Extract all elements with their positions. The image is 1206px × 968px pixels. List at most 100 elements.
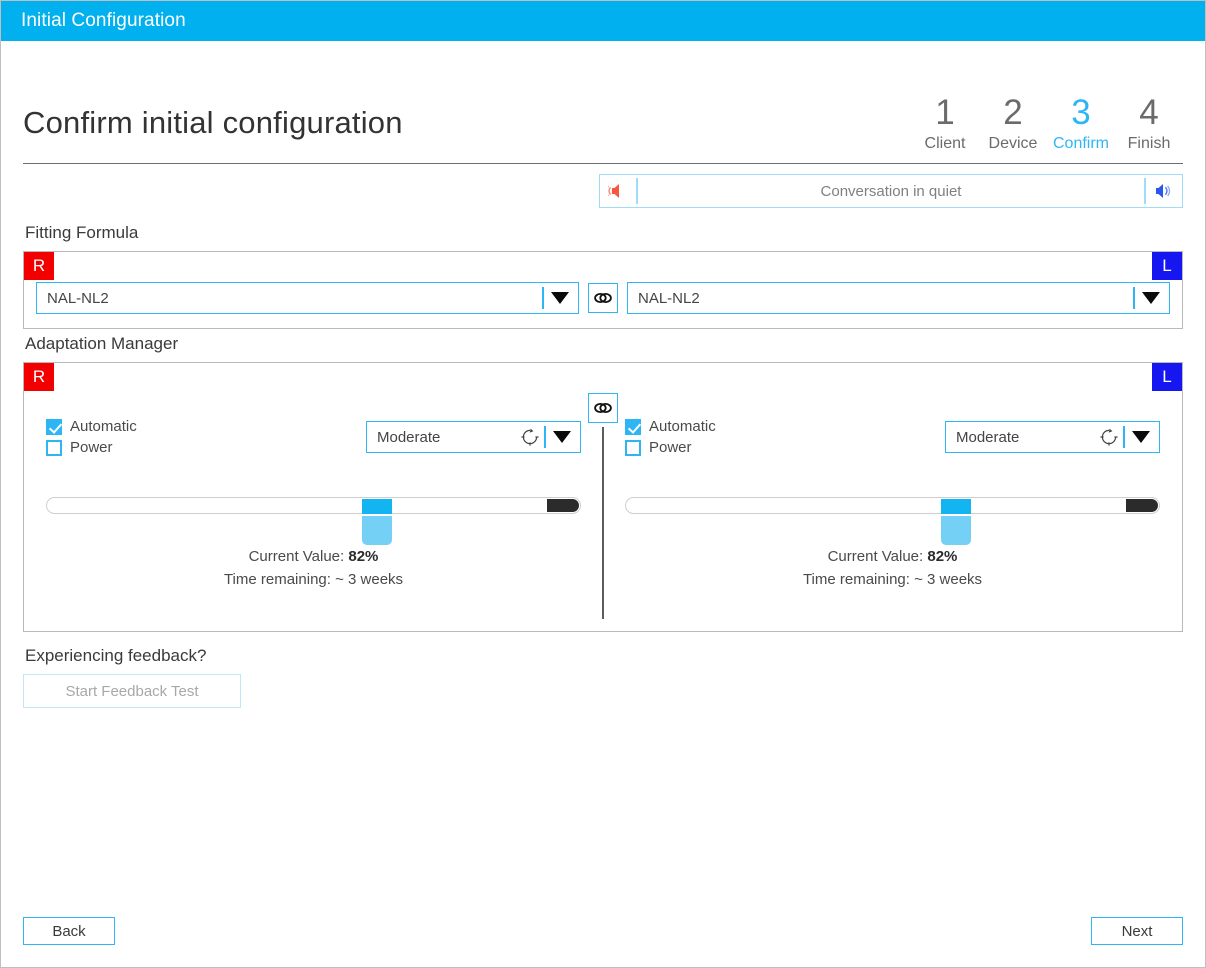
adaptation-left-slider-info: Current Value: 82% Time remaining: ~ 3 w…: [625, 548, 1160, 588]
adaptation-left-slider-handle[interactable]: [941, 516, 972, 545]
adaptation-manager-panel: R L Automatic Power Moderate Current Val…: [23, 362, 1183, 632]
back-button[interactable]: Back: [23, 917, 115, 945]
adaptation-left-current-value-label: Current Value:: [827, 548, 928, 565]
fitting-formula-left-value: NAL-NL2: [638, 289, 700, 307]
adaptation-right-slider[interactable]: Current Value: 82% Time remaining: ~ 3 w…: [46, 497, 581, 588]
adaptation-right-controls: Automatic Power Moderate: [46, 407, 581, 467]
page-header: Confirm initial configuration 1 Client 2…: [23, 41, 1183, 163]
adaptation-left-controls: Automatic Power Moderate: [625, 407, 1160, 467]
adaptation-right-automatic-checkbox[interactable]: [46, 418, 62, 435]
adaptation-right-slider-end: [547, 499, 579, 512]
adaptation-left-power-row[interactable]: Power: [625, 437, 925, 458]
dropdown-separator: [1133, 287, 1135, 309]
dropdown-separator: [544, 426, 546, 448]
adaptation-left-power-checkbox[interactable]: [625, 439, 641, 456]
page-content: Confirm initial configuration 1 Client 2…: [1, 41, 1205, 967]
fitting-formula-right-badge: R: [24, 252, 54, 280]
conversation-bar-row: Conversation in quiet: [23, 164, 1183, 218]
wizard-step-client-number: 1: [935, 93, 955, 132]
wizard-step-indicator: 1 Client 2 Device 3 Confirm 4 Finish: [911, 93, 1183, 157]
wizard-step-confirm-number: 3: [1071, 93, 1091, 132]
wizard-step-client-label: Client: [924, 135, 966, 152]
adaptation-left-slider-thumb[interactable]: [941, 499, 972, 514]
adaptation-left-automatic-checkbox[interactable]: [625, 418, 641, 435]
fitting-formula-right-dropdown[interactable]: NAL-NL2: [36, 282, 579, 314]
fitting-formula-label: Fitting Formula: [25, 223, 139, 242]
chevron-down-icon: [1142, 292, 1160, 304]
wizard-step-device-label: Device: [988, 135, 1038, 152]
adaptation-right-automatic-row[interactable]: Automatic: [46, 416, 346, 437]
dropdown-separator: [1123, 426, 1125, 448]
adaptation-right-power-checkbox[interactable]: [46, 439, 62, 456]
start-feedback-test-button[interactable]: Start Feedback Test: [23, 674, 241, 708]
wizard-footer: Back Next: [23, 917, 1183, 945]
adaptation-right-slider-thumb[interactable]: [362, 499, 393, 514]
adaptation-right-level-dropdown[interactable]: Moderate: [366, 421, 581, 453]
chevron-down-icon: [551, 292, 569, 304]
adaptation-right-slider-track[interactable]: [46, 497, 581, 545]
conversation-program-bar[interactable]: Conversation in quiet: [599, 174, 1183, 208]
adaptation-right-power-row[interactable]: Power: [46, 437, 346, 458]
adaptation-right-current-value: Current Value: 82%: [46, 548, 581, 565]
fitting-formula-panel: R L NAL-NL2 NAL-NL2: [23, 251, 1183, 329]
adaptation-left-level-dropdown[interactable]: Moderate: [945, 421, 1160, 453]
next-button[interactable]: Next: [1091, 917, 1183, 945]
speaker-muted-red-icon: [608, 183, 628, 199]
adaptation-right-checkboxes: Automatic Power: [46, 416, 346, 458]
adaptation-right-current-value-label: Current Value:: [248, 548, 349, 565]
conversation-left-speaker[interactable]: [600, 175, 636, 207]
adaptation-left-time-remaining: Time remaining: ~ 3 weeks: [802, 571, 983, 588]
adaptation-left-slider-track[interactable]: [625, 497, 1160, 545]
dropdown-separator: [542, 287, 544, 309]
adaptation-right-channel: Automatic Power Moderate Current Value: …: [24, 407, 603, 631]
fitting-formula-link-button[interactable]: [588, 283, 618, 313]
window-title: Initial Configuration: [21, 10, 186, 31]
adaptation-right-slider-info: Current Value: 82% Time remaining: ~ 3 w…: [46, 548, 581, 588]
adaptation-left-badge: L: [1152, 363, 1182, 391]
fitting-formula-left-badge: L: [1152, 252, 1182, 280]
adaptation-right-badge: R: [24, 363, 54, 391]
adaptation-manager-label: Adaptation Manager: [25, 334, 179, 353]
speaker-blue-icon: [1154, 183, 1174, 199]
adaptation-left-checkboxes: Automatic Power: [625, 416, 925, 458]
page-title: Confirm initial configuration: [23, 105, 403, 140]
adaptation-left-current-value-number: 82%: [927, 548, 958, 565]
adaptation-link-button[interactable]: [588, 393, 618, 423]
application-window: Initial Configuration Confirm initial co…: [0, 0, 1206, 968]
adaptation-left-automatic-label: Automatic: [649, 418, 716, 435]
adaptation-right-automatic-label: Automatic: [70, 418, 137, 435]
fitting-formula-controls: NAL-NL2 NAL-NL2: [24, 282, 1182, 314]
adaptation-right-level-value: Moderate: [377, 428, 441, 446]
adaptation-left-power-label: Power: [649, 439, 692, 456]
adaptation-left-channel: Automatic Power Moderate Current Value: …: [603, 407, 1182, 631]
wizard-step-finish-label: Finish: [1127, 135, 1171, 152]
conversation-right-speaker[interactable]: [1146, 175, 1182, 207]
wizard-step-confirm[interactable]: 3 Confirm: [1047, 93, 1115, 155]
adaptation-left-current-value: Current Value: 82%: [625, 548, 1160, 565]
chain-link-icon: [594, 291, 612, 305]
conversation-program-label: Conversation in quiet: [820, 182, 962, 200]
wizard-step-finish[interactable]: 4 Finish: [1115, 93, 1183, 155]
wizard-step-confirm-label: Confirm: [1052, 135, 1109, 152]
wizard-step-finish-number: 4: [1139, 93, 1159, 132]
wizard-step-client[interactable]: 1 Client: [911, 93, 979, 155]
adaptation-right-current-value-number: 82%: [348, 548, 379, 565]
window-titlebar: Initial Configuration: [1, 1, 1205, 41]
chevron-down-icon: [1132, 431, 1150, 443]
chain-link-icon: [594, 401, 612, 415]
adaptation-right-power-label: Power: [70, 439, 113, 456]
fitting-formula-right-value: NAL-NL2: [47, 289, 109, 307]
adaptation-cycle-icon: [1099, 427, 1119, 447]
adaptation-left-slider[interactable]: Current Value: 82% Time remaining: ~ 3 w…: [625, 497, 1160, 588]
adaptation-cycle-icon: [520, 427, 540, 447]
adaptation-right-time-remaining: Time remaining: ~ 3 weeks: [223, 571, 404, 588]
chevron-down-icon: [553, 431, 571, 443]
adaptation-left-automatic-row[interactable]: Automatic: [625, 416, 925, 437]
adaptation-left-slider-end: [1126, 499, 1158, 512]
adaptation-right-slider-handle[interactable]: [362, 516, 393, 545]
wizard-step-device-number: 2: [1003, 93, 1023, 132]
fitting-formula-left-dropdown[interactable]: NAL-NL2: [627, 282, 1170, 314]
adaptation-left-level-value: Moderate: [956, 428, 1020, 446]
feedback-question: Experiencing feedback?: [25, 646, 207, 665]
wizard-step-device[interactable]: 2 Device: [979, 93, 1047, 155]
